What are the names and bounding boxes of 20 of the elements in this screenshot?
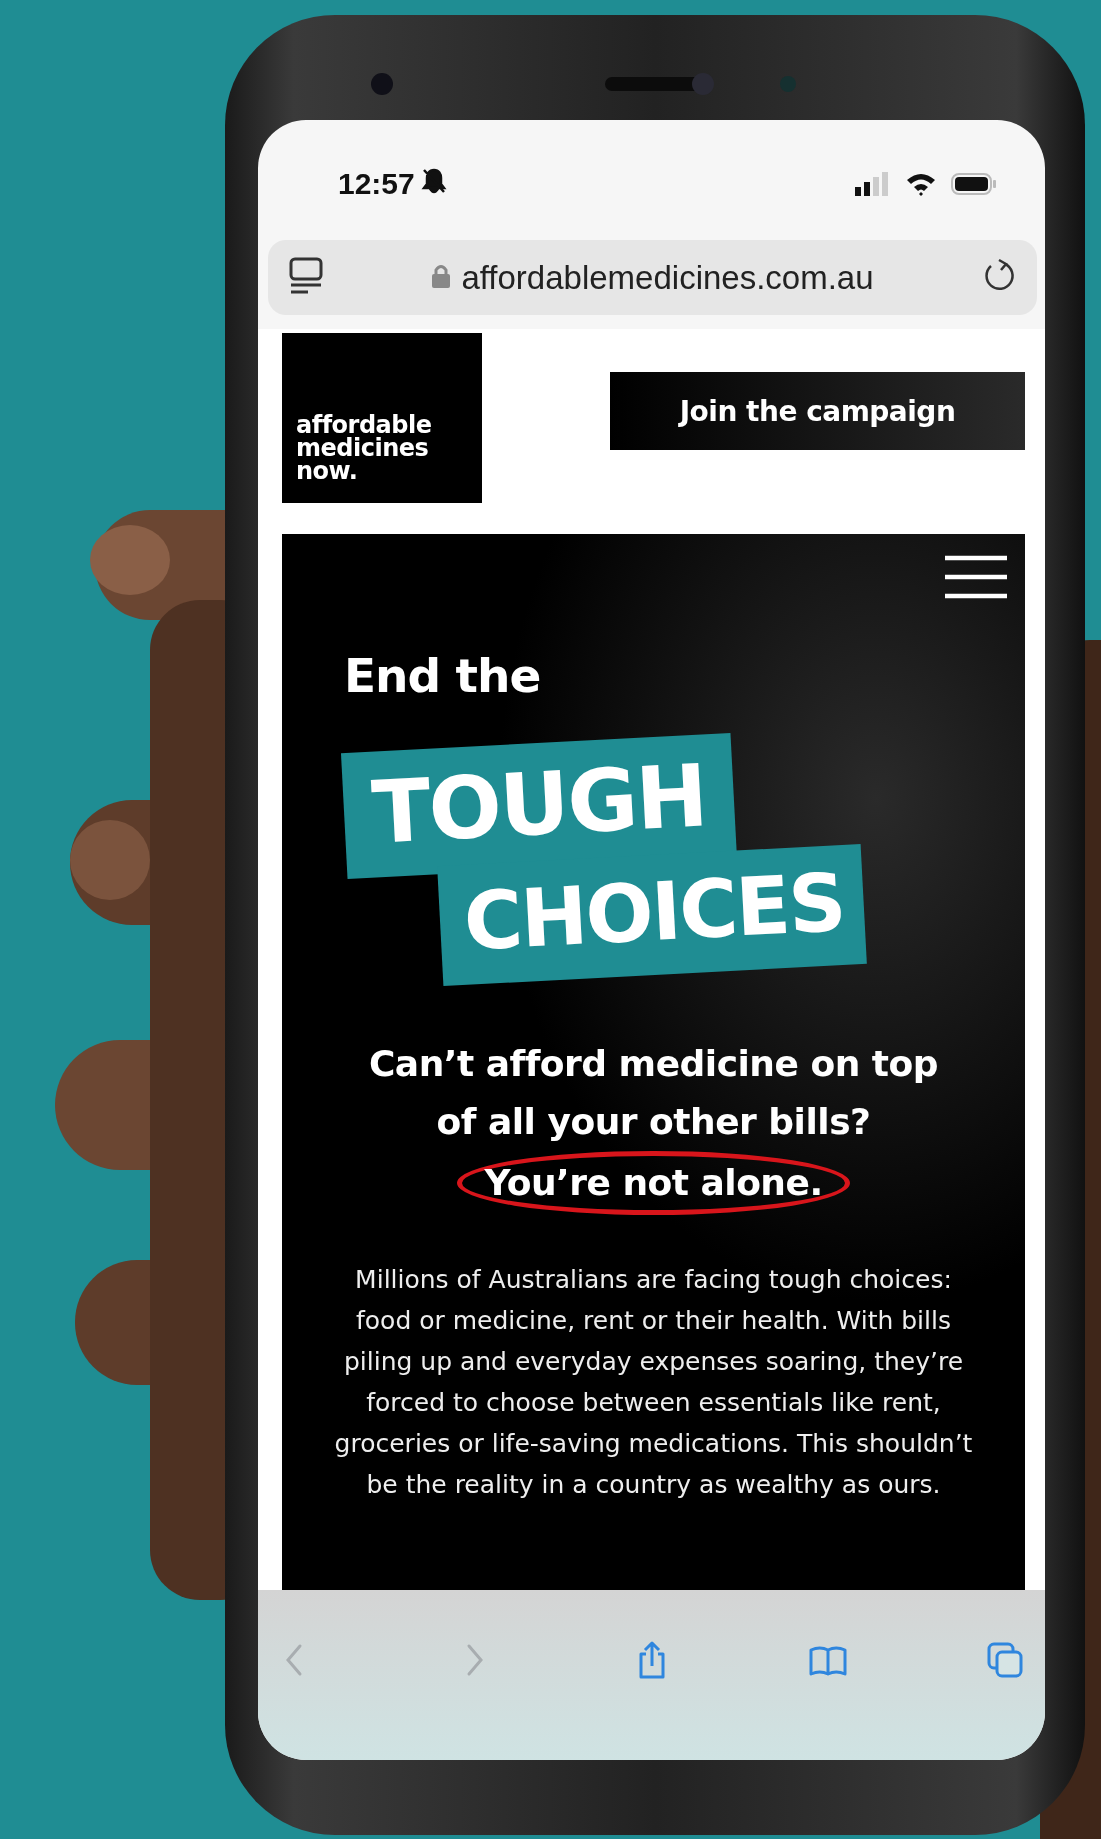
join-campaign-button[interactable]: Join the campaign (610, 372, 1025, 450)
hero-question: Can’t afford medicine on top of all your other bills? (367, 1042, 940, 1144)
camera-lens (692, 73, 714, 95)
site-logo[interactable]: affordable medicines now. (282, 333, 482, 503)
wifi-icon (905, 172, 937, 196)
address-bar[interactable]: affordablemedicines.com.au (268, 240, 1037, 315)
lock-icon (431, 262, 452, 289)
muted-bell-icon (420, 166, 447, 195)
signal-icon (855, 172, 891, 196)
camera-lens (371, 73, 393, 95)
tabs-icon[interactable] (985, 1640, 1025, 1680)
circled-text: You’re not alone. (457, 1151, 850, 1215)
reader-icon[interactable] (288, 255, 324, 296)
hero-lead: End the (344, 648, 542, 703)
battery-icon (951, 172, 997, 196)
hero-paragraph: Millions of Australians are facing tough choices: food or medicine, rent or their health. With bills piling up and everyday expenses soaring, they’re forced to choose between essentials like rent, groceries or life-saving medications. This shouldn’t be the reality in a country as wealthy as ours. (333, 1264, 974, 1501)
url-text: affordablemedicines.com.au (461, 258, 874, 297)
sensor-dot (780, 76, 796, 92)
menu-icon[interactable] (943, 554, 1009, 600)
clock-time: 12:57 (338, 167, 415, 201)
